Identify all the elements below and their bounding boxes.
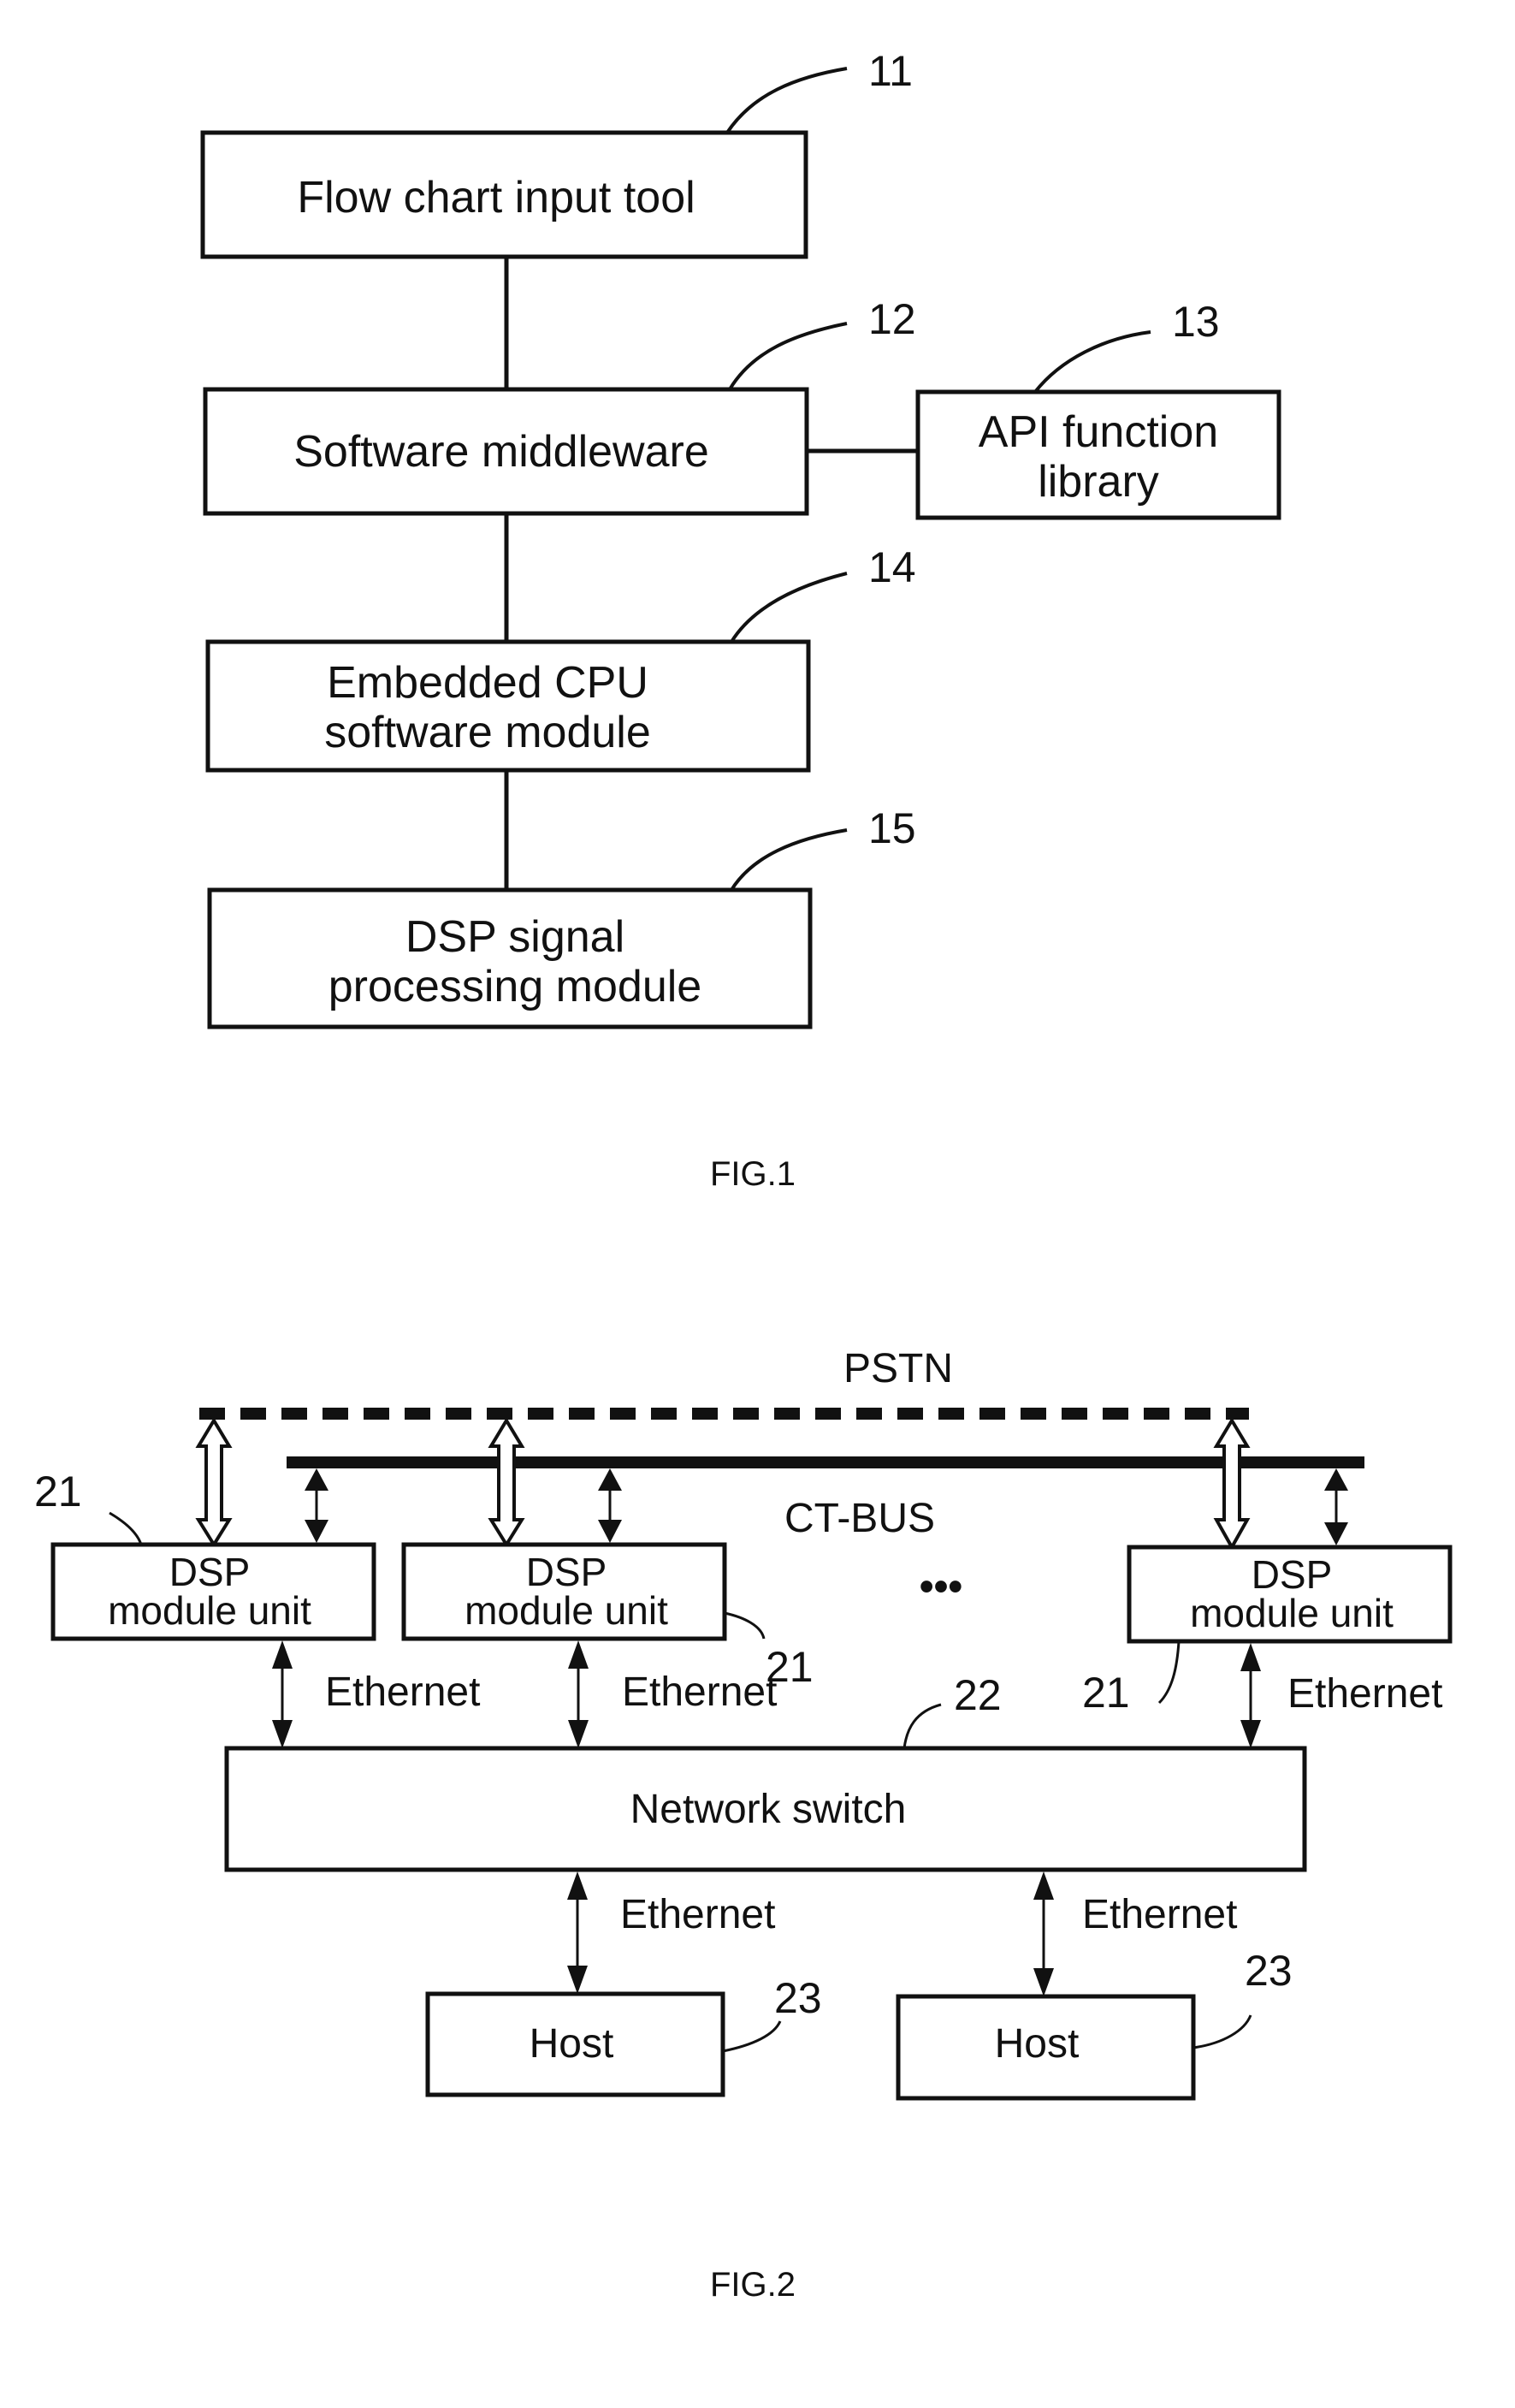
block-api-function-library: API function library 13 [915, 298, 1281, 520]
block-label-line2: library [1038, 457, 1159, 507]
block-label-line2: module unit [108, 1588, 311, 1633]
fig2-diagram: PSTN CT-BUS ••• DSP module unit 21 DSP m… [34, 1346, 1453, 2304]
ethernet-label-host-2: Ethernet [1082, 1892, 1237, 1937]
reference-numeral: 14 [868, 543, 916, 591]
leader-line [1033, 330, 1151, 394]
block-label: Network switch [630, 1787, 907, 1832]
pstn-link-arrow-3 [1213, 1417, 1251, 1551]
leader-line [902, 1703, 942, 1749]
ethernet-label-dsp-2: Ethernet [622, 1670, 777, 1715]
host-2: Host 23 [896, 1947, 1293, 2101]
block-flow-chart-input-tool: Flow chart input tool 11 [200, 47, 913, 259]
leader-line [109, 1511, 143, 1545]
block-label: Host [995, 2021, 1080, 2067]
block-label-line2: software module [324, 708, 651, 757]
reference-numeral: 13 [1172, 298, 1220, 346]
fig1-diagram: Flow chart input tool 11 Software middle… [200, 47, 1281, 1193]
reference-numeral: 23 [774, 1974, 822, 2022]
reference-numeral: 21 [34, 1468, 82, 1515]
host-1: Host 23 [425, 1974, 822, 2097]
ethernet-label-dsp-1: Ethernet [325, 1670, 480, 1715]
block-embedded-cpu-software-module: Embedded CPU software module 14 [205, 543, 916, 773]
leader-line [1157, 1640, 1181, 1705]
leader-line [1192, 2014, 1252, 2049]
block-dsp-signal-processing-module: DSP signal processing module 15 [207, 804, 916, 1029]
reference-numeral: 22 [954, 1671, 1002, 1719]
leader-line [730, 572, 848, 644]
block-label-line2: module unit [465, 1588, 668, 1633]
leader-line [724, 1611, 766, 1640]
leader-line [728, 322, 848, 391]
block-label-line1: DSP signal [405, 912, 624, 962]
figure-caption: FIG.1 [710, 1155, 796, 1193]
block-label: Host [530, 2021, 614, 2067]
more-units-ellipsis: ••• [920, 1564, 962, 1610]
leader-line [730, 828, 848, 892]
block-label-line1: API function [979, 407, 1218, 457]
pstn-link-arrow-1 [195, 1417, 233, 1548]
figure-caption: FIG.2 [710, 2266, 796, 2304]
reference-numeral: 15 [868, 804, 916, 852]
pstn-label: PSTN [843, 1346, 953, 1391]
reference-numeral: 21 [1082, 1669, 1130, 1717]
reference-numeral: 11 [868, 47, 913, 95]
block-label-line2: module unit [1190, 1591, 1394, 1635]
ethernet-label-host-1: Ethernet [620, 1892, 775, 1937]
ct-bus-label: CT-BUS [784, 1496, 935, 1541]
patent-drawing-sheet: Flow chart input tool 11 Software middle… [34, 47, 1453, 2304]
block-label-line1: Embedded CPU [327, 658, 648, 708]
leader-line [725, 67, 848, 134]
pstn-link-arrow-2 [488, 1417, 525, 1548]
block-label: Software middleware [293, 427, 709, 477]
reference-numeral: 23 [1245, 1947, 1293, 1995]
ethernet-label-dsp-3: Ethernet [1287, 1671, 1442, 1717]
reference-numeral: 12 [868, 295, 916, 343]
block-software-middleware: Software middleware 12 [203, 295, 916, 516]
block-label: Flow chart input tool [297, 173, 695, 222]
leader-line [722, 2020, 782, 2053]
block-label-line2: processing module [328, 962, 701, 1011]
dsp-module-unit-1: DSP module unit 21 [34, 1468, 376, 1641]
